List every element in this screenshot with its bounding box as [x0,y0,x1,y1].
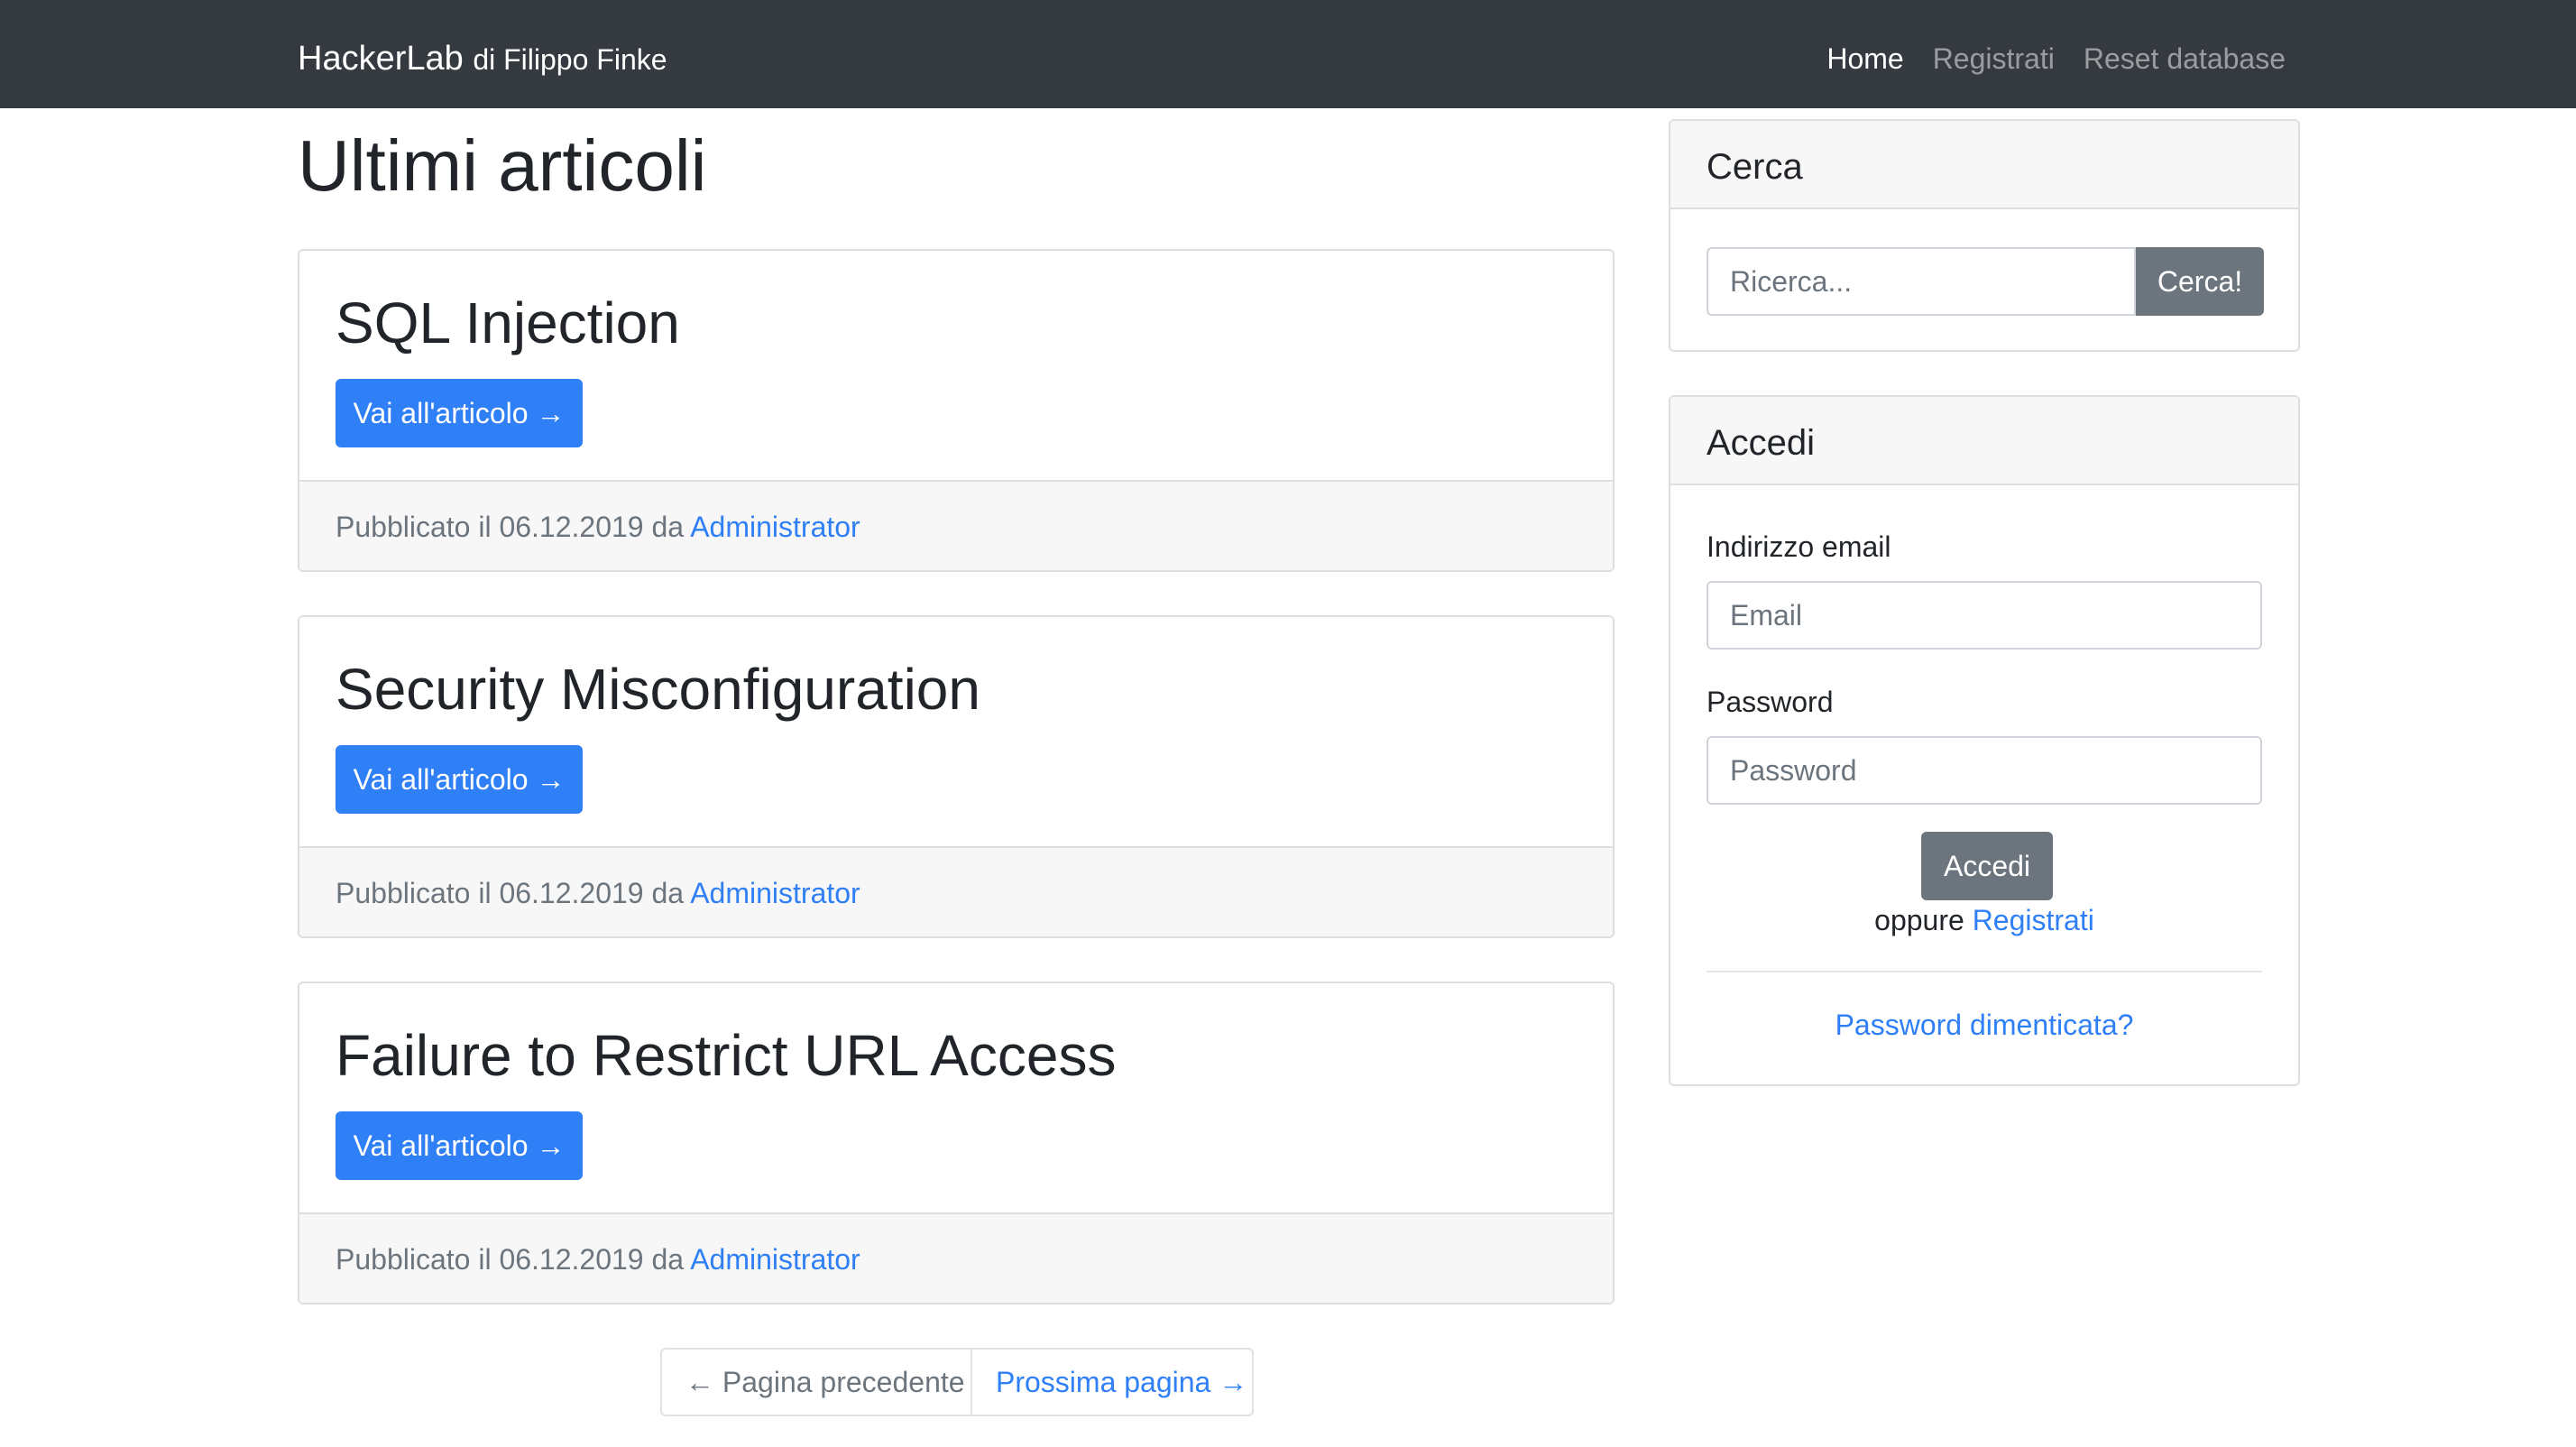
login-card: Accedi Indirizzo email Password Accedi o… [1669,395,2300,1086]
nav-link-reset-database[interactable]: Reset database [2084,34,2286,83]
nav-links: Home Registrati Reset database [1798,34,2286,83]
login-button[interactable]: Accedi [1921,832,2053,900]
post-card-footer: Pubblicato il 06.12.2019 da Administrato… [299,480,1613,570]
brand-subtitle: di Filippo Finke [473,43,667,76]
post-published-text: Pubblicato il 06.12.2019 da [336,511,685,543]
previous-page-button[interactable]: ← Pagina precedente [662,1350,972,1415]
login-card-title: Accedi [1707,423,1816,463]
password-field[interactable] [1707,736,2262,805]
post-published-text: Pubblicato il 06.12.2019 da [336,1243,685,1276]
post-card-body: Failure to Restrict URL Access Vai all'a… [299,983,1613,1214]
search-card: Cerca Cerca! [1669,119,2300,352]
post-card-body: Security Misconfiguration Vai all'artico… [299,617,1613,848]
read-article-button[interactable]: Vai all'articolo → [336,379,583,447]
post-meta: Pubblicato il 06.12.2019 da Administrato… [336,509,860,545]
forgot-password-link[interactable]: Password dimenticata? [1835,1009,2134,1041]
post-author-link[interactable]: Administrator [690,877,860,909]
search-card-header: Cerca [1670,121,2298,209]
post-card-body: SQL Injection Vai all'articolo → [299,251,1613,482]
post-meta: Pubblicato il 06.12.2019 da Administrato… [336,1241,860,1277]
top-navbar: HackerLab di Filippo Finke Home Registra… [0,0,2576,108]
page-title: Ultimi articoli [298,125,707,206]
post-author-link[interactable]: Administrator [690,1243,860,1276]
post-card: Failure to Restrict URL Access Vai all'a… [298,982,1615,1304]
nav-link-home[interactable]: Home [1826,34,1903,83]
read-article-button[interactable]: Vai all'articolo → [336,1111,583,1180]
post-title: Failure to Restrict URL Access [336,1023,1117,1088]
divider [1707,971,2262,972]
email-label: Indirizzo email [1707,530,1891,563]
next-page-button[interactable]: Prossima pagina → [972,1350,1252,1415]
post-card: Security Misconfiguration Vai all'artico… [298,615,1615,938]
post-published-text: Pubblicato il 06.12.2019 da [336,877,685,909]
pagination: ← Pagina precedente Prossima pagina → [660,1348,1254,1416]
nav-link-register[interactable]: Registrati [1933,34,2055,83]
brand-name: HackerLab [298,40,464,78]
login-card-header: Accedi [1670,397,2298,485]
forgot-password-container: Password dimenticata? [1670,1007,2298,1043]
brand-logo[interactable]: HackerLab di Filippo Finke [298,34,667,84]
register-alt-prefix: oppure [1874,904,1964,936]
read-article-button[interactable]: Vai all'articolo → [336,745,583,814]
post-title: Security Misconfiguration [336,657,980,722]
post-title: SQL Injection [336,290,680,355]
search-input[interactable] [1707,247,2136,316]
post-card-footer: Pubblicato il 06.12.2019 da Administrato… [299,846,1613,936]
post-author-link[interactable]: Administrator [690,511,860,543]
post-meta: Pubblicato il 06.12.2019 da Administrato… [336,875,860,911]
search-button[interactable]: Cerca! [2136,247,2264,316]
post-card: SQL Injection Vai all'articolo → Pubblic… [298,249,1615,572]
email-field[interactable] [1707,581,2262,650]
register-link[interactable]: Registrati [1973,904,2094,936]
post-card-footer: Pubblicato il 06.12.2019 da Administrato… [299,1212,1613,1303]
search-card-title: Cerca [1707,147,1803,187]
register-alternative: oppure Registrati [1670,902,2298,938]
password-label: Password [1707,686,1834,718]
